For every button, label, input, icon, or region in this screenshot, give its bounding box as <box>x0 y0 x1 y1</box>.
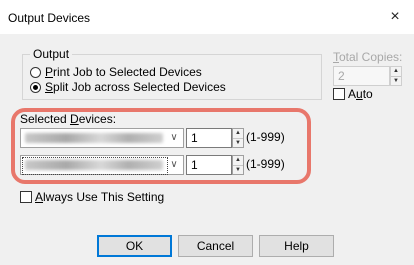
highlight-annotation <box>11 108 311 184</box>
auto-label[interactable]: Auto <box>348 87 373 101</box>
radio-split-label-rest: plit Job across Selected Devices <box>53 80 226 94</box>
always-use-label[interactable]: Always Use This Setting <box>35 190 164 204</box>
help-button[interactable]: Help <box>259 235 334 257</box>
spin-down-icon[interactable]: ▼ <box>391 76 401 86</box>
cancel-button[interactable]: Cancel <box>178 235 253 257</box>
radio-split-across-label[interactable]: Split Job across Selected Devices <box>45 80 226 94</box>
auto-checkbox[interactable] <box>333 88 345 100</box>
output-group-label: Output <box>30 47 73 61</box>
total-copies-input[interactable]: 2 <box>333 66 390 86</box>
ok-button[interactable]: OK <box>97 235 172 257</box>
spin-up-icon[interactable]: ▲ <box>391 67 401 76</box>
radio-print-to-selected-label[interactable]: Print Job to Selected Devices <box>45 65 202 79</box>
radio-split-across[interactable] <box>30 82 41 93</box>
window-title: Output Devices <box>8 11 91 25</box>
close-button[interactable]: × <box>384 6 406 28</box>
radio-print-to-selected[interactable] <box>30 67 41 78</box>
total-copies-label: Total Copies: <box>333 50 403 64</box>
radio-print-label-rest: rint Job to Selected Devices <box>53 65 202 79</box>
always-use-checkbox[interactable] <box>20 191 32 203</box>
total-copies-spinner[interactable]: ▲ ▼ <box>390 66 402 86</box>
